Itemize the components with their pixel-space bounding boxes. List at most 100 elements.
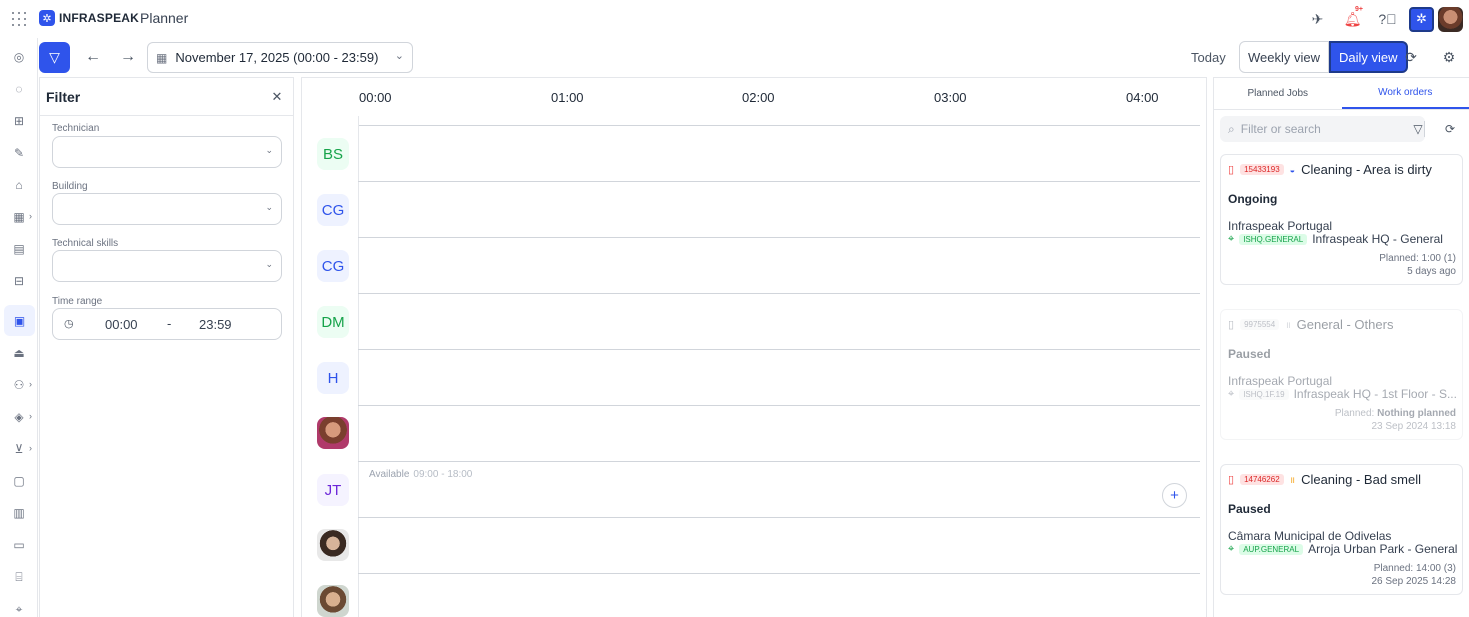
left-navigation: ◎ ◌ ⊞ ✎ ⌂ ▦ › ▤ ⊟ ▣ ⏏ ⚇ › ◈ › ⊻ › ▢ ▥ ▭ …: [0, 38, 38, 617]
work-order-id: 9975554: [1240, 319, 1280, 330]
row-divider: [358, 237, 1200, 238]
priority-icon: ◒: [1289, 164, 1296, 175]
work-order-id: 15433193: [1240, 164, 1284, 175]
apps-grid-icon[interactable]: [12, 12, 26, 26]
time-range-field[interactable]: ◷ 00:00 - 23:59: [52, 308, 282, 340]
planned-value: 1:00 (1): [1421, 253, 1456, 264]
filter-icon[interactable]: ▽: [1410, 121, 1426, 137]
priority-icon: ॥: [1289, 475, 1296, 485]
location-pin-icon[interactable]: ⌖: [6, 596, 32, 617]
clipboard-icon: ▯: [1228, 319, 1235, 331]
weekly-view-button[interactable]: Weekly view: [1239, 41, 1330, 73]
timeline-header-divider: [358, 125, 1200, 126]
user-avatar[interactable]: [1438, 6, 1463, 32]
location-pin-icon: ⌖: [1228, 387, 1235, 400]
tools-icon[interactable]: ✎: [6, 140, 32, 166]
work-order-location: ⌖ ISHQ.1F.19 Infraspeak HQ - 1st Floor -…: [1228, 387, 1457, 401]
close-icon[interactable]: ✕: [267, 89, 287, 105]
technician-avatar[interactable]: DM: [317, 306, 349, 338]
planned-info: Planned: Nothing planned: [1335, 408, 1456, 419]
filter-title: Filter: [46, 88, 81, 105]
previous-day-arrow-icon[interactable]: ←: [82, 46, 104, 68]
time-to[interactable]: 23:59: [199, 317, 232, 332]
refresh-icon[interactable]: ⟳: [1401, 47, 1421, 67]
technician-avatar[interactable]: CG: [317, 250, 349, 282]
work-order-location: ⌖ ISHQ.GENERAL Infraspeak HQ - General: [1228, 232, 1443, 246]
hour-label: 03:00: [934, 90, 967, 105]
globe-icon[interactable]: ◎: [6, 44, 32, 70]
filter-toggle-button[interactable]: ▽: [39, 42, 70, 73]
work-orders-panel: Planned Jobs Work orders ⌕ ▽ ⟳ ▯ 1543319…: [1213, 77, 1469, 617]
page-title: Planner: [140, 10, 189, 26]
calendar-icon: ▦: [156, 50, 168, 65]
technician-label: Technician: [52, 123, 100, 134]
work-order-card[interactable]: ▯ 14746262 ॥ Cleaning - Bad smell Paused…: [1220, 464, 1463, 595]
chevron-right-icon: ›: [29, 379, 32, 389]
daily-view-button[interactable]: Daily view: [1329, 41, 1408, 73]
notifications-button[interactable]: 🔔︎ 9+: [1335, 5, 1370, 33]
tab-work-orders[interactable]: Work orders: [1341, 78, 1469, 109]
location-name: Arroja Urban Park - General: [1308, 542, 1458, 556]
work-order-status: Ongoing: [1228, 192, 1278, 206]
availability-label: Available 09:00 - 18:00: [369, 469, 472, 480]
service-bell-icon[interactable]: ⏏: [6, 340, 32, 366]
date-range-value: November 17, 2025 (00:00 - 23:59): [175, 50, 379, 65]
location-name: Infraspeak HQ - 1st Floor - S...: [1293, 387, 1457, 401]
document-icon[interactable]: ▭: [6, 532, 32, 558]
add-job-button[interactable]: +: [1162, 483, 1187, 508]
logo[interactable]: ✲ INFRASPEAK: [39, 10, 139, 26]
help-icon[interactable]: ?⃝: [1370, 5, 1405, 33]
dashboard-icon[interactable]: ◌: [6, 76, 32, 102]
buildings-icon[interactable]: ⌂: [6, 172, 32, 198]
row-divider: [358, 293, 1200, 294]
time-range-label: Time range: [52, 296, 103, 307]
planned-label: Planned:: [1334, 408, 1375, 419]
technician-avatar-photo[interactable]: [317, 529, 349, 561]
view-switcher: Weekly view Daily view: [1239, 41, 1408, 73]
work-order-card[interactable]: ▯ 9975554 ॥ General - Others Paused Infr…: [1220, 309, 1463, 440]
search-input[interactable]: [1240, 122, 1391, 136]
technician-avatar[interactable]: JT: [317, 474, 349, 506]
work-order-date: 23 Sep 2024 13:18: [1371, 421, 1456, 432]
work-order-title: Cleaning - Bad smell: [1301, 472, 1422, 487]
chevron-right-icon: ›: [29, 443, 32, 453]
technician-avatar[interactable]: H: [317, 362, 349, 394]
modules-icon[interactable]: ⊞: [6, 108, 32, 134]
logo-text: INFRASPEAK: [59, 11, 140, 25]
building-select[interactable]: ⌄: [52, 193, 282, 225]
gear-icon[interactable]: ⚙: [1439, 47, 1459, 67]
refresh-icon[interactable]: ⟳: [1442, 121, 1458, 137]
technical-skills-select[interactable]: ⌄: [52, 250, 282, 282]
date-range-picker[interactable]: ▦ November 17, 2025 (00:00 - 23:59) ⌄: [147, 42, 413, 73]
technician-avatar[interactable]: BS: [317, 138, 349, 170]
analytics-icon[interactable]: ▥: [6, 500, 32, 526]
row-divider: [358, 349, 1200, 350]
clipboard-icon[interactable]: ▤: [6, 236, 32, 262]
clock-icon: ◷: [64, 318, 74, 330]
rocket-icon[interactable]: ✈: [1300, 5, 1335, 33]
next-day-arrow-icon[interactable]: →: [117, 46, 139, 68]
priority-icon: ॥: [1285, 320, 1291, 330]
planned-info: Planned: 1:00 (1): [1379, 253, 1456, 264]
technician-avatar-photo[interactable]: [317, 417, 349, 449]
time-from[interactable]: 00:00: [105, 317, 138, 332]
row-divider: [358, 573, 1200, 574]
wallet-icon[interactable]: ▢: [6, 468, 32, 494]
work-order-client: Infraspeak Portugal: [1228, 374, 1333, 388]
chevron-down-icon: ⌄: [265, 145, 273, 155]
location-name: Infraspeak HQ - General: [1312, 232, 1443, 246]
work-order-card[interactable]: ▯ 15433193 ◒ Cleaning - Area is dirty On…: [1220, 154, 1463, 285]
company-settings-button[interactable]: ✲: [1409, 6, 1434, 32]
today-button[interactable]: Today: [1191, 50, 1226, 65]
row-divider: [358, 181, 1200, 182]
planner-icon[interactable]: ▣: [4, 305, 35, 336]
database-icon[interactable]: ⊟: [6, 268, 32, 294]
chevron-down-icon: ⌄: [265, 202, 273, 212]
bell-icon: 🔔︎: [1343, 10, 1362, 27]
time-separator: -: [167, 316, 172, 331]
technician-select[interactable]: ⌄: [52, 136, 282, 168]
tab-planned-jobs[interactable]: Planned Jobs: [1214, 78, 1342, 109]
institution-icon[interactable]: ⌸: [6, 564, 32, 590]
technician-avatar-photo[interactable]: [317, 585, 349, 617]
technician-avatar[interactable]: CG: [317, 194, 349, 226]
